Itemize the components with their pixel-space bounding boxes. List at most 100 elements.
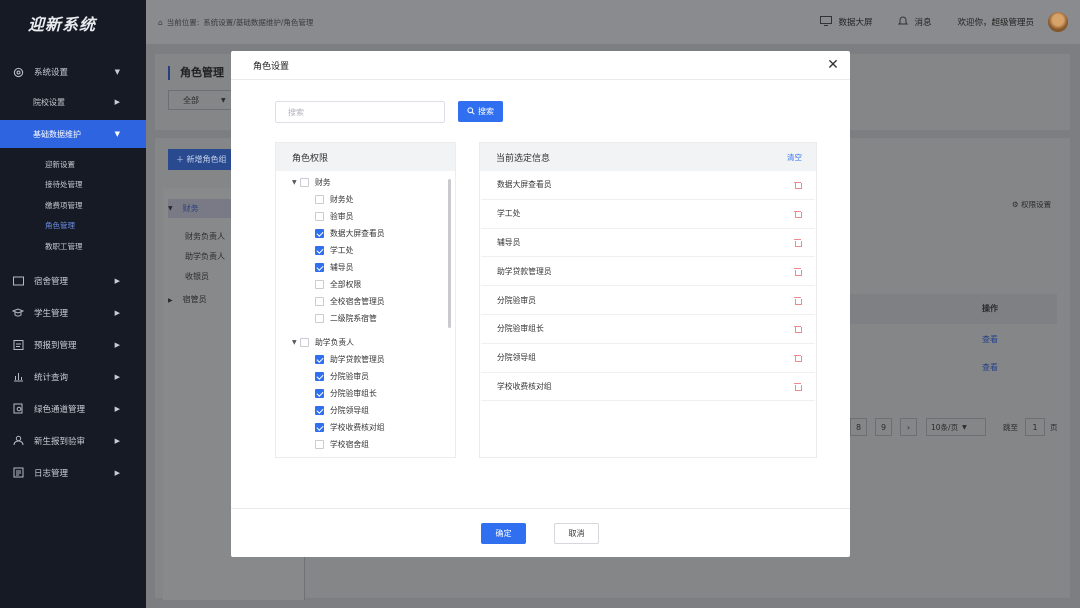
view-link[interactable]: 查看: [982, 362, 998, 373]
breadcrumb: ⌂ 当前位置: 系统设置/基础数据维护/角色管理: [158, 17, 313, 28]
checkbox[interactable]: [315, 246, 324, 255]
tree-label: 全部权限: [330, 280, 362, 289]
filter-select[interactable]: 全部 ▼: [168, 90, 234, 110]
tree-item[interactable]: 学工处: [276, 242, 448, 259]
tree-item[interactable]: 全部权限: [276, 276, 448, 293]
menu-item-staff[interactable]: 教职工管理: [0, 236, 146, 257]
tree-group[interactable]: ▼ 助学负责人: [276, 334, 448, 351]
role-group-finance[interactable]: ▼ 财务: [168, 199, 232, 218]
bell-icon: [898, 15, 909, 29]
menu-freshman-verify[interactable]: 新生报到验审 ▶: [0, 425, 146, 457]
view-link[interactable]: 查看: [982, 334, 998, 345]
caret-down-icon[interactable]: ▼: [292, 339, 300, 346]
next-page-button[interactable]: ›: [900, 418, 917, 436]
search-input[interactable]: 搜索: [275, 101, 445, 123]
tree-label: 财务处: [330, 195, 354, 204]
checkbox[interactable]: [315, 229, 324, 238]
user-menu[interactable]: 欢迎你，超级管理员: [957, 12, 1068, 32]
messages-link[interactable]: 消息: [898, 15, 931, 29]
chevron-right-icon: ▶: [114, 276, 120, 285]
menu-item-welcome-settings[interactable]: 迎新设置: [0, 154, 146, 175]
menu-green-channel[interactable]: 绿色通道管理 ▶: [0, 393, 146, 425]
data-screen-label: 数据大屏: [838, 18, 873, 28]
role-item[interactable]: 财务负责人: [185, 231, 225, 242]
close-icon[interactable]: ✕: [826, 58, 840, 72]
menu-school-settings[interactable]: 院校设置 ▶: [0, 88, 146, 116]
tree-label: 分院验审组长: [330, 389, 377, 398]
group-label: 宿管员: [182, 295, 207, 304]
menu-dorm[interactable]: 宿舍管理 ▶: [0, 265, 146, 297]
tree-item[interactable]: 分院领导组: [276, 402, 448, 419]
trash-icon[interactable]: [794, 296, 802, 305]
checkbox[interactable]: [315, 297, 324, 306]
role-item[interactable]: 助学负责人: [185, 251, 225, 262]
clear-button[interactable]: 清空: [787, 152, 802, 163]
selected-list: 数据大屏查看员 学工处 辅导员 助学贷款管理员 分院验审员 分院验审组长 分院领导组 学校收费…: [480, 171, 816, 402]
page-button[interactable]: 9: [875, 418, 892, 436]
page-title: 角色管理: [168, 66, 224, 80]
menu-statistics[interactable]: 统计查询 ▶: [0, 361, 146, 393]
checkbox[interactable]: [315, 406, 324, 415]
tree-item[interactable]: 验审员: [276, 208, 448, 225]
permission-settings-link[interactable]: ⚙ 权限设置: [1012, 199, 1051, 210]
tree-item[interactable]: 学校收费核对组: [276, 419, 448, 436]
checkbox[interactable]: [315, 263, 324, 272]
trash-icon[interactable]: [794, 354, 802, 363]
checkbox[interactable]: [300, 338, 309, 347]
tree-scrollbar[interactable]: [448, 179, 451, 328]
menu-item-fees[interactable]: 缴费项管理: [0, 195, 146, 216]
menu-label: 绿色通道管理: [34, 404, 86, 415]
menu-pre-register[interactable]: 预报到管理 ▶: [0, 329, 146, 361]
tree-item[interactable]: 辅导员: [276, 259, 448, 276]
tree-item[interactable]: 财务处: [276, 191, 448, 208]
role-group-dorm[interactable]: ▶ 宿管员: [168, 294, 207, 305]
tree-item[interactable]: 助学贷款管理员: [276, 351, 448, 368]
selected-label: 辅导员: [497, 237, 521, 247]
menu-basic-data[interactable]: 基础数据维护 ▼: [0, 120, 146, 148]
checkbox[interactable]: [315, 280, 324, 289]
checkbox[interactable]: [315, 389, 324, 398]
tree-item[interactable]: 全校宿舍管理员: [276, 293, 448, 310]
tree-item[interactable]: 二级院系宿管: [276, 310, 448, 327]
trash-icon[interactable]: [794, 325, 802, 334]
jump-input[interactable]: 1: [1025, 418, 1045, 436]
checkbox[interactable]: [315, 314, 324, 323]
checkbox[interactable]: [315, 355, 324, 364]
page-button[interactable]: 8: [850, 418, 867, 436]
trash-icon[interactable]: [794, 382, 802, 391]
checkbox[interactable]: [315, 423, 324, 432]
add-role-button[interactable]: ＋ 新增角色组: [168, 149, 238, 170]
menu-item-reception[interactable]: 接待处管理: [0, 175, 146, 196]
trash-icon[interactable]: [794, 181, 802, 190]
role-item[interactable]: 收银员: [185, 271, 209, 282]
tree-label: 助学贷款管理员: [330, 355, 385, 364]
breadcrumb-path: 系统设置/基础数据维护/角色管理: [203, 17, 314, 27]
avatar[interactable]: [1048, 12, 1068, 32]
tree-item[interactable]: 数据大屏查看员: [276, 225, 448, 242]
menu-logs[interactable]: 日志管理 ▶: [0, 457, 146, 489]
checkbox[interactable]: [315, 440, 324, 449]
trash-icon[interactable]: [794, 210, 802, 219]
trash-icon[interactable]: [794, 267, 802, 276]
tree-item[interactable]: 分院验审组长: [276, 385, 448, 402]
tree-item[interactable]: 学校宿舍组: [276, 436, 448, 453]
menu-students[interactable]: 学生管理 ▶: [0, 297, 146, 329]
checkbox[interactable]: [315, 372, 324, 381]
checkbox[interactable]: [315, 195, 324, 204]
checkbox[interactable]: [315, 212, 324, 221]
checkbox[interactable]: [300, 178, 309, 187]
data-screen-link[interactable]: 数据大屏: [820, 15, 873, 29]
cancel-button[interactable]: 取消: [554, 523, 599, 544]
chevron-right-icon: ▶: [114, 372, 120, 381]
menu-item-roles[interactable]: 角色管理: [0, 216, 146, 237]
selected-item: 分院领导组: [481, 344, 815, 373]
tree-item[interactable]: 分院验审员: [276, 368, 448, 385]
menu-system-settings[interactable]: 系统设置 ▼: [0, 56, 146, 88]
caret-down-icon[interactable]: ▼: [292, 179, 300, 186]
page-size-select[interactable]: 10条/页 ▼: [926, 418, 986, 436]
tree-group[interactable]: ▼ 财务: [276, 174, 448, 191]
search-button[interactable]: 搜索: [458, 101, 503, 122]
panel-title: 角色权限: [276, 143, 455, 171]
trash-icon[interactable]: [794, 238, 802, 247]
confirm-button[interactable]: 确定: [481, 523, 526, 544]
